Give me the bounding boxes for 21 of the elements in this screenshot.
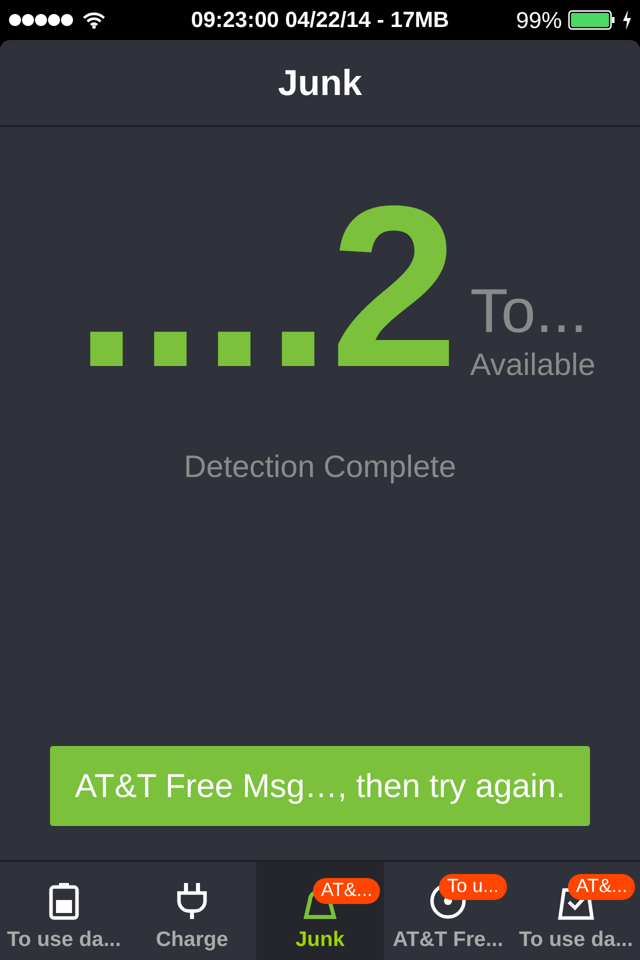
tab[interactable]: AT&... Junk [256, 862, 384, 960]
battery-icon [49, 882, 79, 920]
header-title: Junk [278, 62, 362, 104]
tab[interactable]: To use da... [0, 862, 128, 960]
notification-badge: AT&... [568, 874, 636, 900]
wifi-icon [82, 11, 106, 29]
detection-status: Detection Complete [184, 449, 456, 485]
status-time: 09:23:00 04/22/14 - 17MB [190, 7, 450, 33]
junk-count: ....2 [74, 187, 458, 387]
notification-badge: To u... [439, 874, 507, 900]
notification-badge: AT&... [313, 878, 380, 904]
tab[interactable]: To u... AT&T Fre... [384, 862, 512, 960]
signal-icon [8, 13, 74, 27]
charging-icon [622, 10, 632, 30]
battery-icon [568, 10, 616, 30]
unit-label: To... [470, 277, 588, 347]
tab[interactable]: Charge [128, 862, 256, 960]
plug-icon [176, 882, 208, 920]
available-label: Available [470, 347, 596, 383]
battery-percent: 99% [516, 6, 562, 34]
tab[interactable]: AT&... To use da... [512, 862, 640, 960]
